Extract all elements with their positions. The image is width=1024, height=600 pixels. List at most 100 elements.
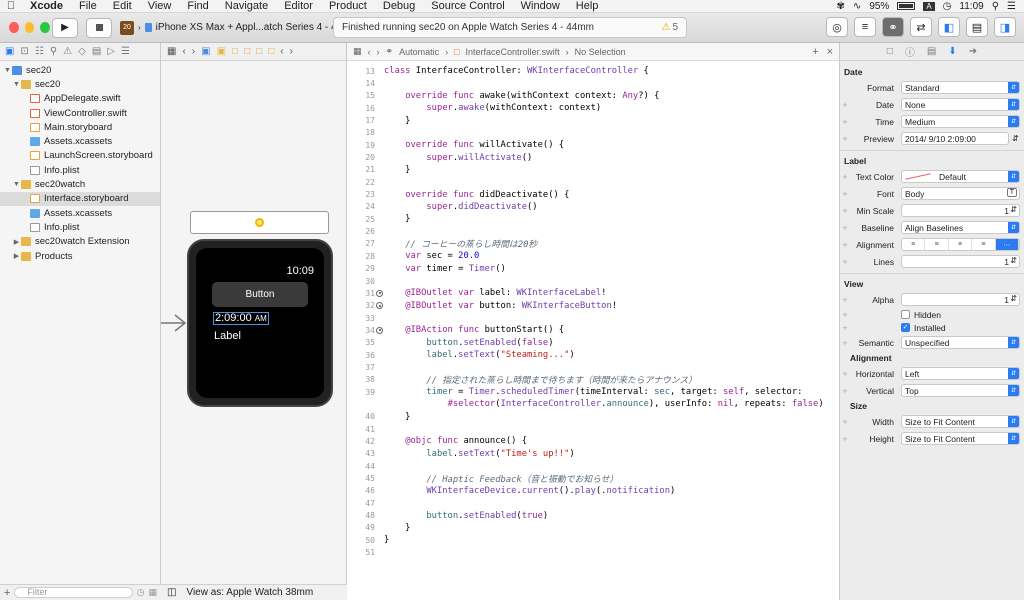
input-method-icon[interactable]: A [923, 1, 935, 11]
code-line[interactable]: 17 } [347, 114, 840, 126]
code-line[interactable]: 20 super.willActivate() [347, 151, 840, 163]
height-popup[interactable]: Size to Fit Content ⇵ [901, 432, 1020, 445]
stepper-icon[interactable]: ⇵ [1010, 256, 1017, 265]
code-line[interactable]: 33 [347, 312, 840, 324]
filter-input[interactable]: Filter [14, 587, 133, 598]
outlet-connection-icon[interactable] [376, 289, 383, 297]
code-line[interactable]: 31 @IBOutlet var label: WKInterfaceLabel… [347, 287, 840, 299]
code-line[interactable]: 15 override func awake(withContext conte… [347, 90, 840, 102]
preview-field[interactable]: 2014/ 9/10 2:09:00 [901, 132, 1009, 145]
watch-button[interactable]: Button [212, 282, 308, 307]
code-line[interactable]: 13 class InterfaceController: WKInterface… [347, 65, 840, 77]
add-variation-icon[interactable]: + [840, 434, 850, 444]
file-inspector-icon[interactable]: □ [887, 46, 893, 57]
stepper-icon[interactable]: ⇵ [1010, 205, 1017, 214]
menu-app[interactable]: Xcode [22, 0, 71, 13]
code-line[interactable]: 49 } [347, 522, 840, 534]
menu-help[interactable]: Help [568, 0, 607, 13]
menu-view[interactable]: View [140, 0, 180, 13]
code-line[interactable]: 14 [347, 77, 840, 89]
file-tree-item[interactable]: Info.plist [0, 163, 160, 177]
forward-icon[interactable]: › [192, 46, 195, 57]
stop-button[interactable] [86, 17, 112, 38]
align-left-icon[interactable]: ≡ [902, 239, 926, 250]
file-tree-item[interactable]: ▼ sec20 [0, 77, 160, 91]
menu-source-control[interactable]: Source Control [423, 0, 512, 13]
code-line[interactable]: 47 [347, 497, 840, 509]
scheme-selector[interactable]: 20 › iPhone XS Max + Appl...atch Series … [120, 20, 359, 35]
add-variation-icon[interactable]: + [840, 369, 850, 379]
document-outline-icon[interactable]: ◫ [167, 587, 176, 598]
breadcrumb-group-icon[interactable]: □ [268, 46, 274, 57]
jump-mode[interactable]: Automatic [399, 47, 439, 57]
connections-inspector-icon[interactable]: ➜ [969, 46, 977, 57]
code-line[interactable]: 22 [347, 176, 840, 188]
butterfly-icon[interactable]: ✾ [837, 1, 845, 12]
library-button[interactable]: ◎ [826, 17, 848, 37]
code-line[interactable]: 18 [347, 127, 840, 139]
version-editor-button[interactable]: ⇄ [910, 17, 932, 37]
add-variation-icon[interactable]: + [840, 172, 850, 182]
identity-inspector-icon[interactable]: ▤ [927, 46, 936, 57]
standard-editor-button[interactable]: ≡ [854, 17, 876, 37]
code-line[interactable]: 36 label.setText("Steaming...") [347, 349, 840, 361]
watch-date-label[interactable]: 2:09:00 AM [213, 312, 269, 325]
scm-filter-icon[interactable]: ▦ [148, 587, 157, 598]
align-justify-icon[interactable]: ≡ [972, 239, 996, 250]
toggle-debug-button[interactable]: ▤ [966, 17, 988, 37]
font-field[interactable]: Body T [901, 187, 1020, 200]
add-variation-icon[interactable]: + [840, 417, 850, 427]
code-line[interactable]: 44 [347, 460, 840, 472]
back-icon[interactable]: ‹ [368, 47, 371, 57]
code-line[interactable]: 27 // コーヒーの蒸らし時間は20秒 [347, 238, 840, 250]
attributes-inspector-icon[interactable]: ⬇ [948, 46, 956, 57]
code-line[interactable]: 43 label.setText("Time's up!!") [347, 448, 840, 460]
close-window-button[interactable] [9, 22, 19, 33]
code-line[interactable]: 39 timer = Timer.scheduledTimer(timeInte… [347, 386, 840, 398]
source-control-tab-icon[interactable]: ⊡ [20, 46, 28, 57]
align-natural-icon[interactable]: ⋯ [995, 239, 1019, 250]
disclosure-icon[interactable]: ▼ [12, 181, 21, 188]
file-tree-item[interactable]: Assets.xcassets [0, 206, 160, 220]
date-popup[interactable]: None ⇵ [901, 98, 1020, 111]
file-tree-item[interactable]: ▶ sec20watch Extension [0, 235, 160, 249]
code-line[interactable]: 51 [347, 546, 840, 558]
semantic-popup[interactable]: Unspecified ⇵ [901, 336, 1020, 349]
lines-field[interactable]: 1 ⇵ [901, 255, 1020, 268]
menu-product[interactable]: Product [321, 0, 375, 13]
file-tree-item[interactable]: Assets.xcassets [0, 134, 160, 148]
menu-list-icon[interactable]: ☰ [1007, 1, 1016, 12]
forward-icon[interactable]: › [377, 47, 380, 57]
add-variation-icon[interactable]: + [840, 323, 850, 333]
toggle-navigator-button[interactable]: ◧ [938, 17, 960, 37]
breadcrumb-folder-icon[interactable]: ▣ [217, 46, 226, 57]
preview-stepper-icon[interactable]: ⇵ [1012, 134, 1019, 143]
code-line[interactable]: 29 var timer = Timer() [347, 263, 840, 275]
width-popup[interactable]: Size to Fit Content ⇵ [901, 415, 1020, 428]
stepper-icon[interactable]: ⇵ [1010, 294, 1017, 303]
close-editor-icon[interactable]: × [827, 46, 833, 58]
zoom-window-button[interactable] [40, 22, 51, 33]
add-variation-icon[interactable]: + [840, 223, 850, 233]
storyboard-canvas[interactable]: ▦ ‹ › ▣ ▣ □ □ □ □ ‹ › 10:09 Button 2:09:… [161, 43, 347, 600]
chevron-left-icon[interactable]: ‹ [280, 46, 283, 57]
file-tree-item[interactable]: ▼ sec20watch [0, 177, 160, 191]
code-line[interactable]: #selector(InterfaceController.announce),… [347, 398, 840, 410]
add-variation-icon[interactable]: + [840, 117, 850, 127]
file-tree-item[interactable]: ▼ sec20 [0, 63, 160, 77]
file-tree-item[interactable]: AppDelegate.swift [0, 92, 160, 106]
add-variation-icon[interactable]: + [840, 386, 850, 396]
font-picker-icon[interactable]: T [1006, 188, 1017, 197]
wifi-icon[interactable]: ∿ [853, 1, 861, 12]
code-line[interactable]: 34 @IBAction func buttonStart() { [347, 324, 840, 336]
code-line[interactable]: 40 } [347, 411, 840, 423]
code-line[interactable]: 28 var sec = 20.0 [347, 250, 840, 262]
symbol-tab-icon[interactable]: ☷ [35, 46, 44, 57]
jump-file[interactable]: InterfaceController.swift [466, 47, 560, 57]
folder-tab-icon[interactable]: ▣ [5, 46, 14, 57]
scene-dock[interactable] [190, 211, 329, 234]
view-as-button[interactable]: View as: Apple Watch 38mm [186, 587, 313, 598]
report-tab-icon[interactable]: ☰ [121, 46, 130, 57]
code-lines[interactable]: 13 class InterfaceController: WKInterface… [347, 65, 840, 559]
breadcrumb-controller-icon[interactable]: □ [256, 46, 262, 57]
